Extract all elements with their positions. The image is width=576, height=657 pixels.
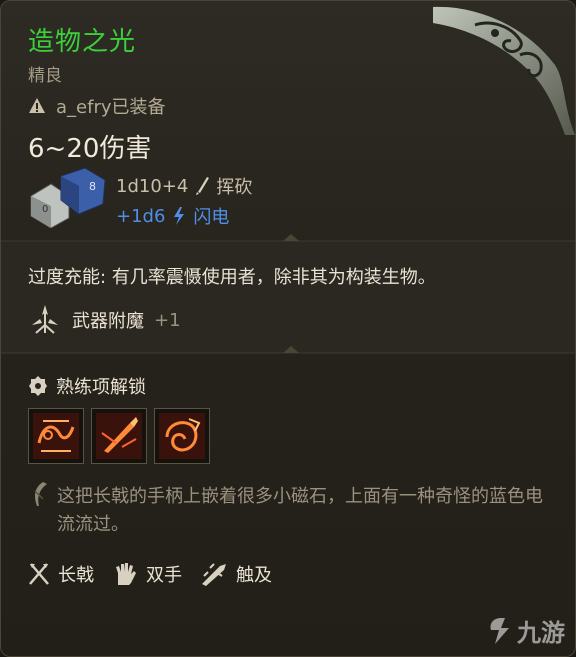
enchant-icon	[32, 305, 58, 334]
bonus-roll-value: +1d6	[116, 205, 166, 227]
skill-slot-1[interactable]	[28, 408, 84, 464]
bonus-damage-type: 闪电	[193, 207, 230, 228]
property-halberd: 长戟	[28, 561, 94, 587]
proficiency-icon	[29, 376, 47, 396]
slashing-icon	[196, 177, 210, 195]
proficiency-section: 熟练项解锁 这把长戟的手柄上嵌着很多小磁石，上面有一种奇怪的蓝色电流流过。 长戟…	[1, 346, 575, 656]
main-roll-value: 1d10+4	[116, 175, 189, 197]
proficiency-header: 熟练项解锁	[28, 373, 146, 399]
main-damage-type: 挥砍	[216, 177, 253, 198]
equipped-status: a_efry已装备	[28, 93, 166, 119]
proficiency-label: 熟练项解锁	[56, 377, 146, 398]
warning-icon	[29, 98, 45, 113]
weapon-properties: 长戟 双手 触及	[28, 561, 272, 587]
enchant-label: 武器附魔	[72, 311, 144, 332]
property-reach: 触及	[200, 561, 272, 587]
damage-range: 6~20伤害	[28, 134, 152, 164]
main-damage-roll: 1d10+4 挥砍	[116, 173, 252, 199]
lore-description: 这把长戟的手柄上嵌着很多小磁石，上面有一种奇怪的蓝色电流流过。	[57, 486, 543, 535]
bonus-damage-roll: +1d6 闪电	[116, 203, 229, 229]
reach-icon	[202, 563, 226, 586]
passive-section: 过度充能: 有几率震慑使用者，除非其为构装生物。 武器附魔 +1	[1, 234, 575, 353]
watermark: 九游	[487, 613, 565, 648]
item-name: 造物之光	[28, 27, 137, 57]
lightning-icon	[174, 207, 185, 225]
glaive-blade-icon	[433, 6, 575, 135]
property-label: 触及	[236, 565, 272, 586]
watermark-logo-icon	[490, 617, 509, 644]
svg-text:8: 8	[89, 180, 96, 193]
weapon-enchantment: 武器附魔 +1	[28, 303, 181, 337]
item-tooltip: 造物之光 精良 a_efry已装备 6~20伤害 8 0 1d10+4 挥砍 +…	[0, 0, 576, 657]
equipped-label: a_efry已装备	[56, 97, 166, 118]
tether-slash-icon	[33, 413, 79, 459]
rush-attack-icon	[159, 413, 205, 459]
two-handed-icon	[116, 563, 136, 585]
skill-slot-3[interactable]	[154, 408, 210, 464]
property-two-handed: 双手	[112, 561, 182, 587]
enchant-value: +1	[154, 309, 181, 331]
lacerate-icon	[96, 413, 142, 459]
property-label: 双手	[146, 565, 182, 586]
halberd-icon	[29, 563, 49, 585]
section-divider	[1, 234, 575, 242]
watermark-text: 九游	[517, 619, 565, 647]
section-divider	[1, 346, 575, 354]
svg-text:0: 0	[42, 204, 48, 215]
passive-description: 过度充能: 有几率震慑使用者，除非其为构装生物。	[28, 267, 436, 288]
property-label: 长戟	[58, 565, 94, 586]
skill-slot-2[interactable]	[91, 408, 147, 464]
dice-icon: 8 0	[30, 167, 106, 228]
item-rarity: 精良	[28, 66, 62, 86]
proficiency-skills	[28, 408, 210, 464]
quill-icon	[34, 482, 47, 506]
tooltip-header: 造物之光 精良 a_efry已装备 6~20伤害 8 0 1d10+4 挥砍 +…	[1, 1, 575, 241]
